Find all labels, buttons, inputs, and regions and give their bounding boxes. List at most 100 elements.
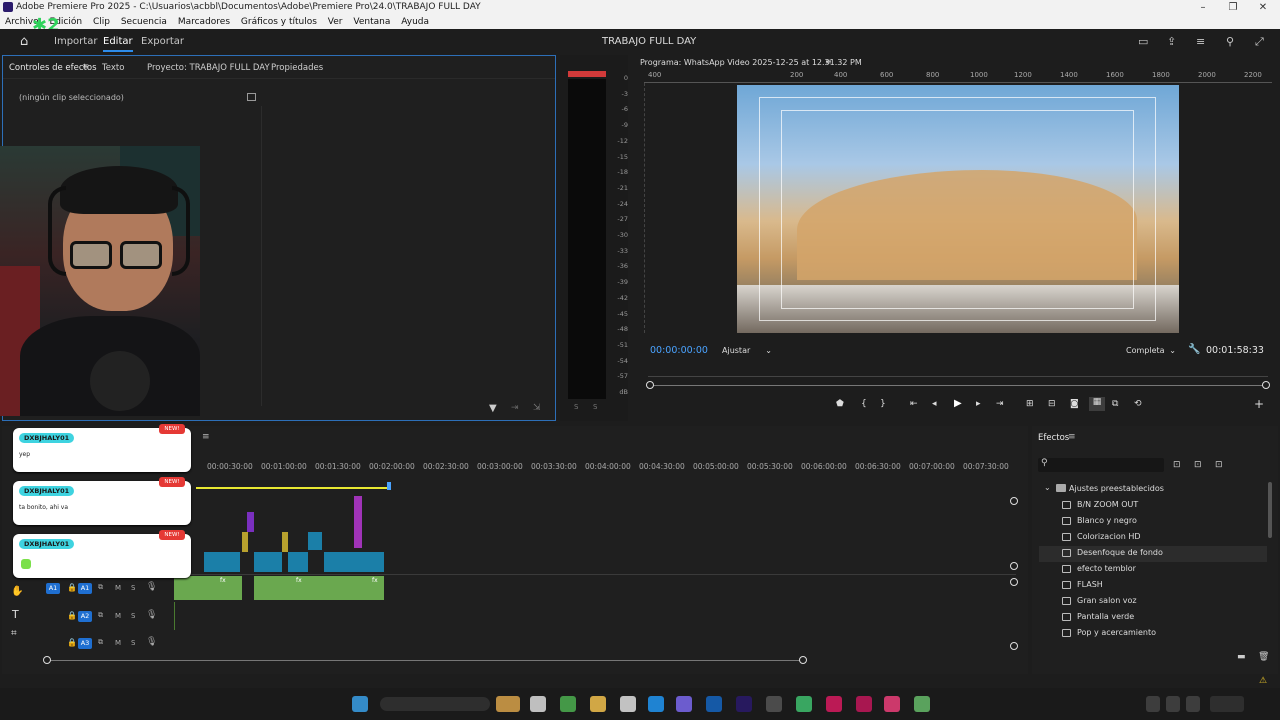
mute-button[interactable]: M [115,639,121,647]
step-forward-icon[interactable]: ▸ [976,399,981,409]
video-clip[interactable] [288,552,308,572]
menu-ventana[interactable]: Ventana [353,17,390,27]
tab-editar[interactable]: Editar [103,29,133,54]
tab-exportar[interactable]: Exportar [141,29,184,54]
go-to-out-icon[interactable]: ⇥ [996,399,1004,409]
taskbar-app-icon[interactable] [620,696,636,712]
filter-icon[interactable]: ▼ [489,403,497,414]
chevron-down-icon[interactable]: ⌄ [1044,483,1051,492]
program-zoom-bar[interactable] [646,385,1268,386]
program-video-frame[interactable] [737,85,1179,333]
panel-menu-icon[interactable]: ≡ [82,62,89,72]
program-timecode[interactable]: 00:00:00:00 [650,345,708,356]
title-clip[interactable] [242,532,248,552]
menu-ver[interactable]: Ver [328,17,343,27]
adjustment-clip[interactable] [247,512,254,532]
taskbar-widget-icon[interactable] [496,696,520,712]
menu-marcadores[interactable]: Marcadores [178,17,230,27]
home-icon[interactable]: ⌂ [20,29,28,54]
new-bin-icon[interactable]: ▬ [1237,652,1246,662]
panel-layout-icon[interactable] [247,93,256,101]
h-scroll-left[interactable] [43,656,51,664]
taskbar-premiere-icon[interactable] [736,696,752,712]
wrench-icon[interactable]: 🔧 [1188,344,1200,355]
solo-button[interactable]: S [131,612,135,620]
audio-clip[interactable] [254,576,292,600]
mic-icon[interactable]: 🎙 [146,637,157,647]
tray-icon[interactable] [1166,696,1180,712]
step-back-icon[interactable]: ◂ [932,399,937,409]
search-icon[interactable]: ⚲ [1226,29,1234,54]
v-scroll-handle[interactable] [1010,562,1018,570]
go-to-in-icon[interactable]: ⇤ [910,399,918,409]
presets-folder[interactable]: Ajustes preestablecidos [1069,484,1164,493]
camera-icon[interactable]: ◙ [1070,399,1079,409]
tab-texto[interactable]: Texto [102,63,124,73]
menu-clip[interactable]: Clip [93,17,110,27]
menu-list-icon[interactable]: ≡ [1196,29,1205,54]
solo-button[interactable]: S [131,584,135,592]
audio-clip[interactable] [174,576,242,600]
taskbar-app-icon[interactable] [796,696,812,712]
zoom-handle-left[interactable] [646,381,654,389]
track-target-a2[interactable]: A2 [78,611,92,622]
timeline-ruler[interactable]: 00:00:30:00 00:01:00:00 00:01:30:00 00:0… [196,462,1016,474]
share-icon[interactable]: ⇪ [1167,29,1176,54]
quality-dropdown[interactable]: Completa ⌄ [1122,344,1180,358]
yuv-effects-icon[interactable]: ⊡ [1215,460,1223,470]
taskbar-app-icon[interactable] [856,696,872,712]
sync-lock-icon[interactable]: ⧉ [98,611,103,620]
work-area-bar[interactable] [196,487,388,489]
lift-icon[interactable]: ⊞ [1026,399,1034,409]
video-clip[interactable] [254,552,282,572]
zoom-handle-right[interactable] [1262,381,1270,389]
taskbar-app-icon[interactable] [530,696,546,712]
tab-importar[interactable]: Importar [54,29,97,54]
start-icon[interactable] [352,696,368,712]
menu-secuencia[interactable]: Secuencia [121,17,167,27]
lock-icon[interactable]: 🔒 [67,583,77,592]
taskbar-app-icon[interactable] [914,696,930,712]
fullscreen-icon[interactable]: ⤢ [1255,29,1264,54]
play-icon[interactable]: ▶ [954,398,962,409]
restore-button[interactable]: ❐ [1218,0,1248,15]
lock-icon[interactable]: 🔒 [67,638,77,647]
program-menu-icon[interactable]: ≡ [825,57,832,66]
hand-tool-icon[interactable]: ✋ [11,586,23,597]
jump-icon[interactable]: ⇥ [511,403,519,413]
track-target-a1[interactable]: A1 [78,583,92,594]
mute-button[interactable]: M [115,584,121,592]
trash-icon[interactable]: 🗑 [1258,652,1269,662]
accelerated-effects-icon[interactable]: ⊡ [1173,460,1181,470]
tab-propiedades[interactable]: Propiedades [271,63,323,73]
fit-dropdown[interactable]: Ajustar ⌄ [718,344,776,358]
tray-icon[interactable] [1186,696,1200,712]
32bit-effects-icon[interactable]: ⊡ [1194,460,1202,470]
mic-icon[interactable]: 🎙 [146,582,157,592]
lock-icon[interactable]: 🔒 [67,611,77,620]
type-tool-icon[interactable]: T [12,608,19,621]
video-clip[interactable] [308,532,322,550]
taskbar-app-icon[interactable] [706,696,722,712]
tray-clock[interactable] [1210,696,1244,712]
track-target-a3[interactable]: A3 [78,638,92,649]
add-button-icon[interactable]: + [1254,397,1264,411]
export-icon[interactable]: ⇲ [533,403,541,413]
workspaces-icon[interactable]: ▭ [1138,29,1148,54]
solo-left[interactable]: S [574,403,578,411]
mark-out-icon[interactable]: } [880,399,886,409]
menu-ayuda[interactable]: Ayuda [401,17,429,27]
taskbar-app-icon[interactable] [826,696,842,712]
taskbar-app-icon[interactable] [590,696,606,712]
sync-lock-icon[interactable]: ⧉ [98,638,103,647]
effects-title[interactable]: Efectos [1038,433,1069,443]
tab-proyecto[interactable]: Proyecto: TRABAJO FULL DAY [147,63,270,73]
add-marker-icon[interactable]: ⬟ [836,399,844,409]
transform-tool-icon[interactable]: ⌗ [11,628,17,639]
video-clip[interactable] [204,552,240,572]
mic-icon[interactable]: 🎙 [146,610,157,620]
a-scroll-handle[interactable] [1010,578,1018,586]
close-button[interactable]: ✕ [1248,0,1278,15]
taskbar-app-icon[interactable] [648,696,664,712]
video-clip[interactable] [324,552,384,572]
